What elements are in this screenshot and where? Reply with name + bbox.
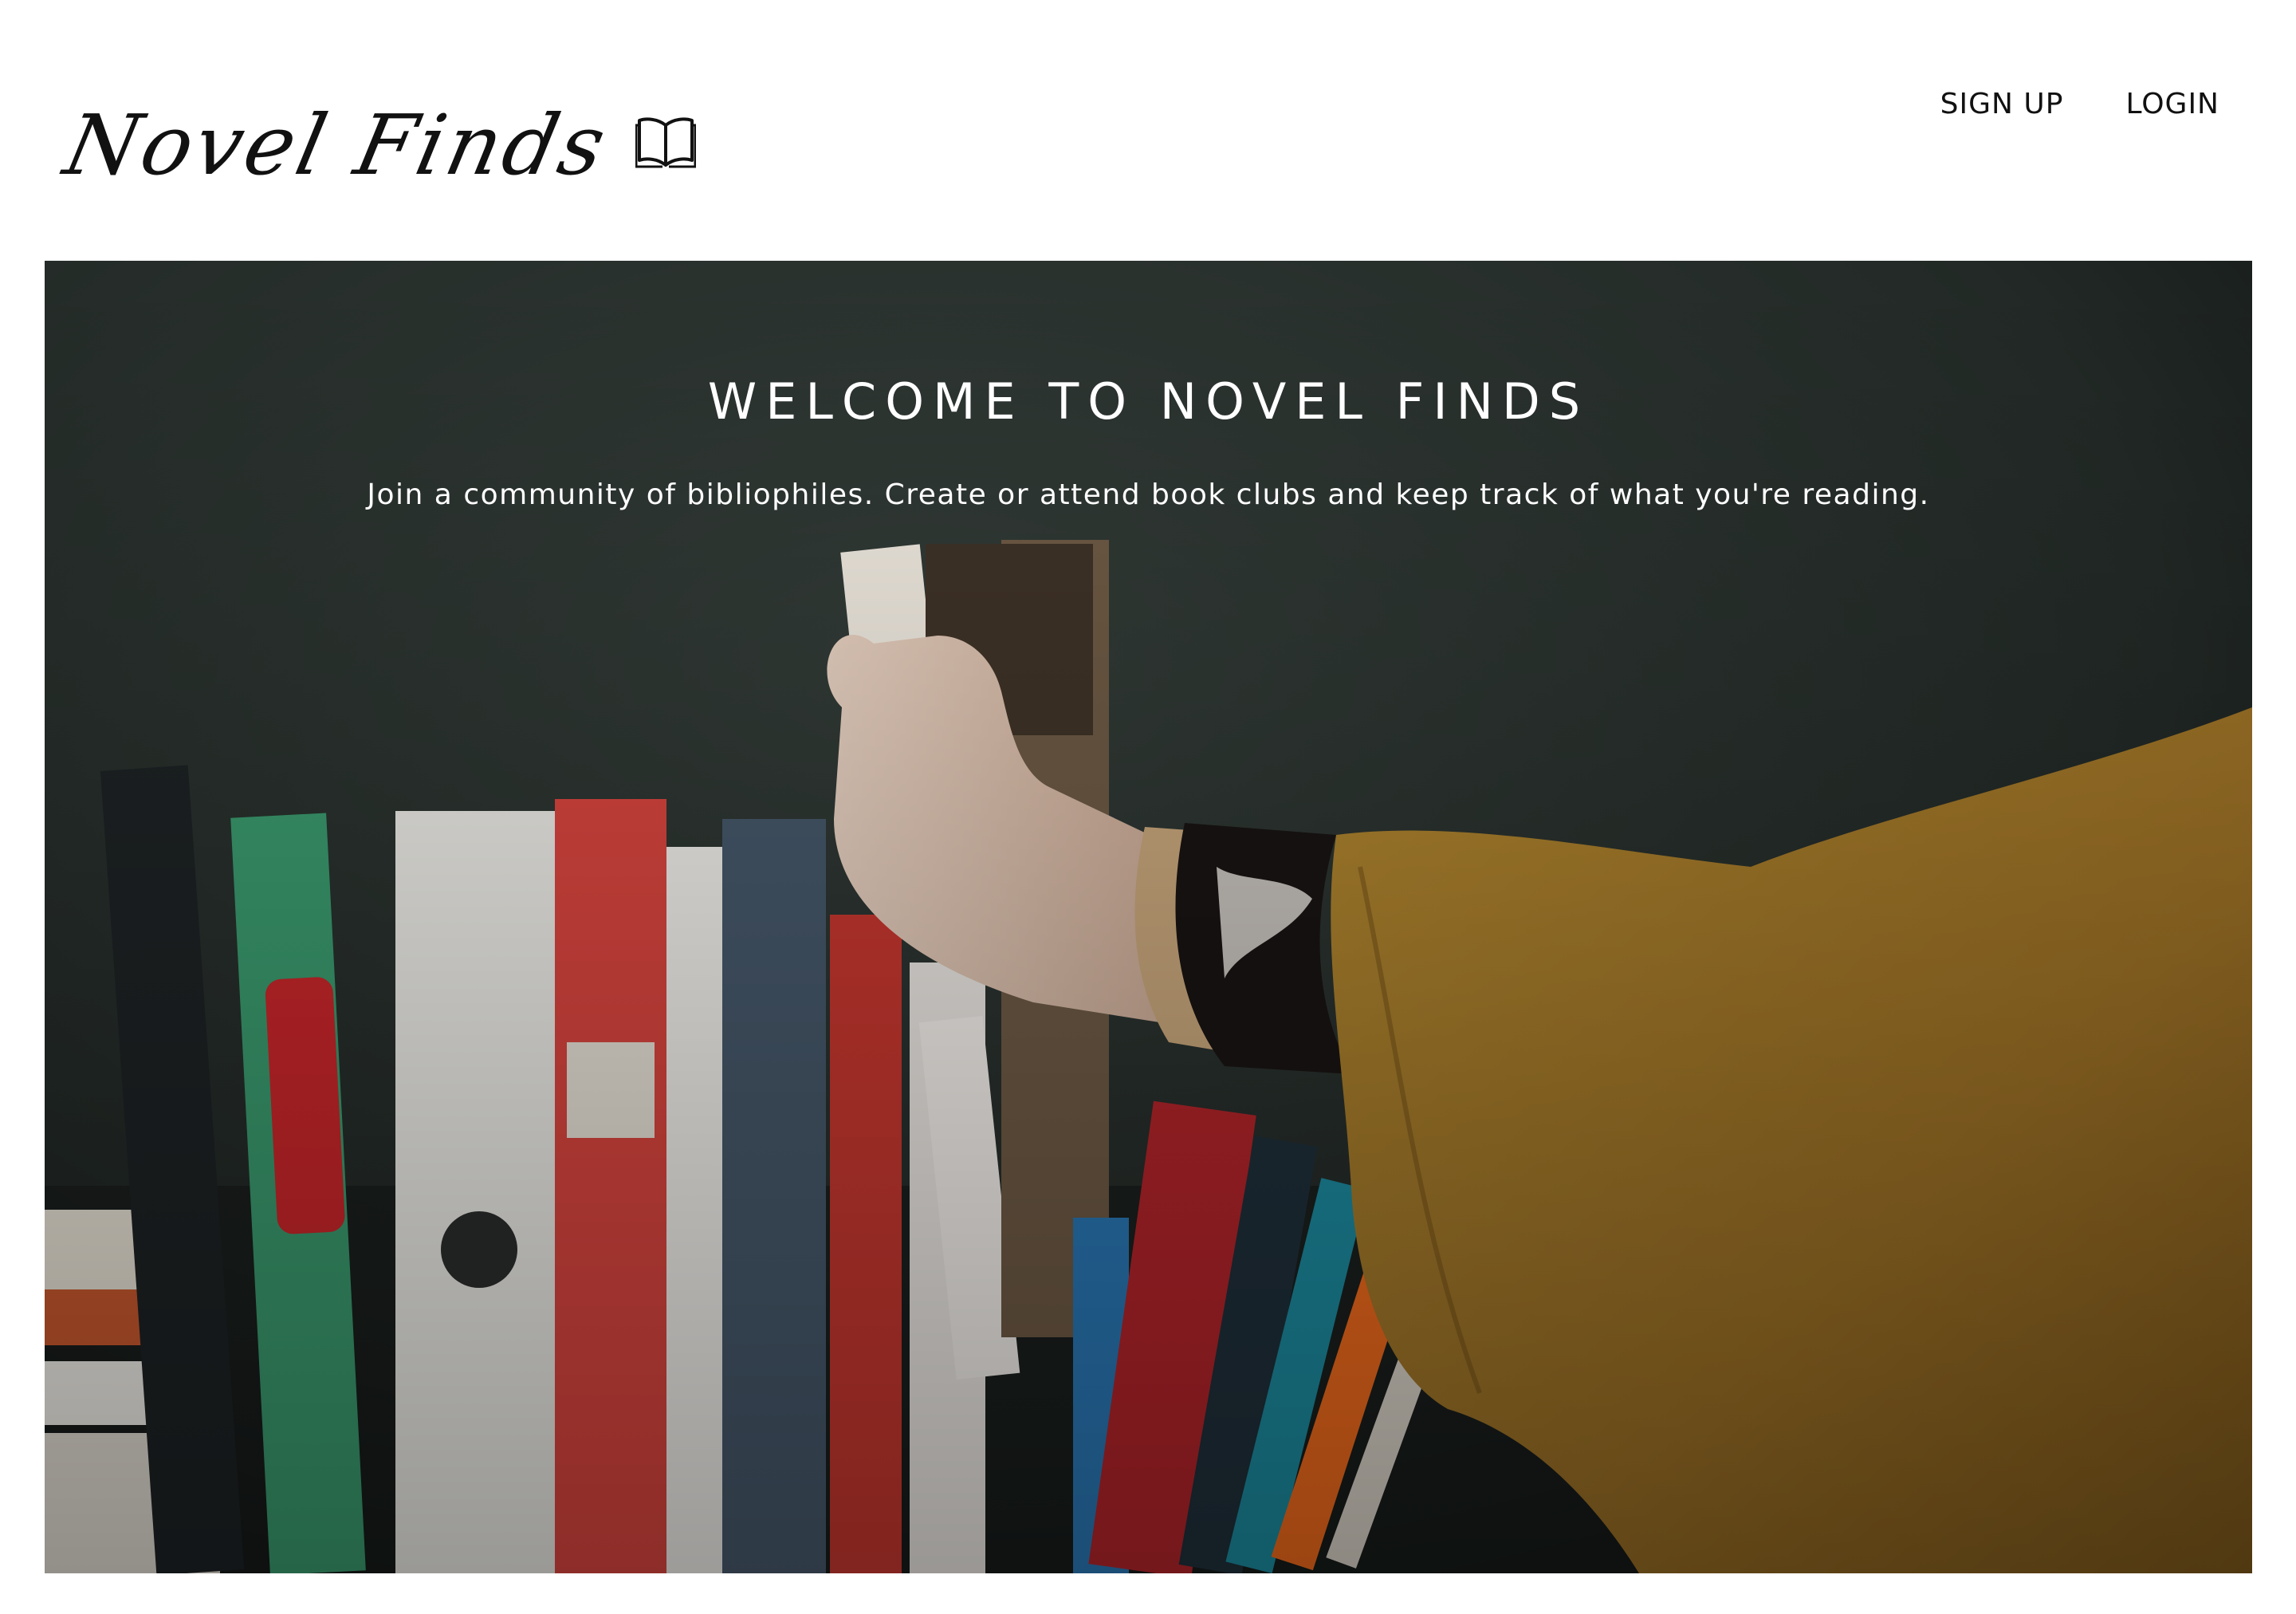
top-bar: Novel Finds SIGN UP LOGIN — [0, 0, 2296, 260]
hero-subtitle: Join a community of bibliophiles. Create… — [367, 478, 1930, 511]
login-link[interactable]: LOGIN — [2125, 88, 2219, 120]
site-logo[interactable]: Novel Finds — [57, 96, 696, 194]
sign-up-link[interactable]: SIGN UP — [1940, 88, 2064, 120]
hero-image — [45, 261, 2252, 1573]
hero-banner: WELCOME TO NOVEL FINDS Join a community … — [45, 261, 2252, 1573]
top-nav: SIGN UP LOGIN — [1940, 88, 2219, 120]
hero-title: WELCOME TO NOVEL FINDS — [707, 372, 1590, 431]
logo-text: Novel Finds — [57, 96, 617, 194]
open-book-icon — [635, 117, 696, 168]
